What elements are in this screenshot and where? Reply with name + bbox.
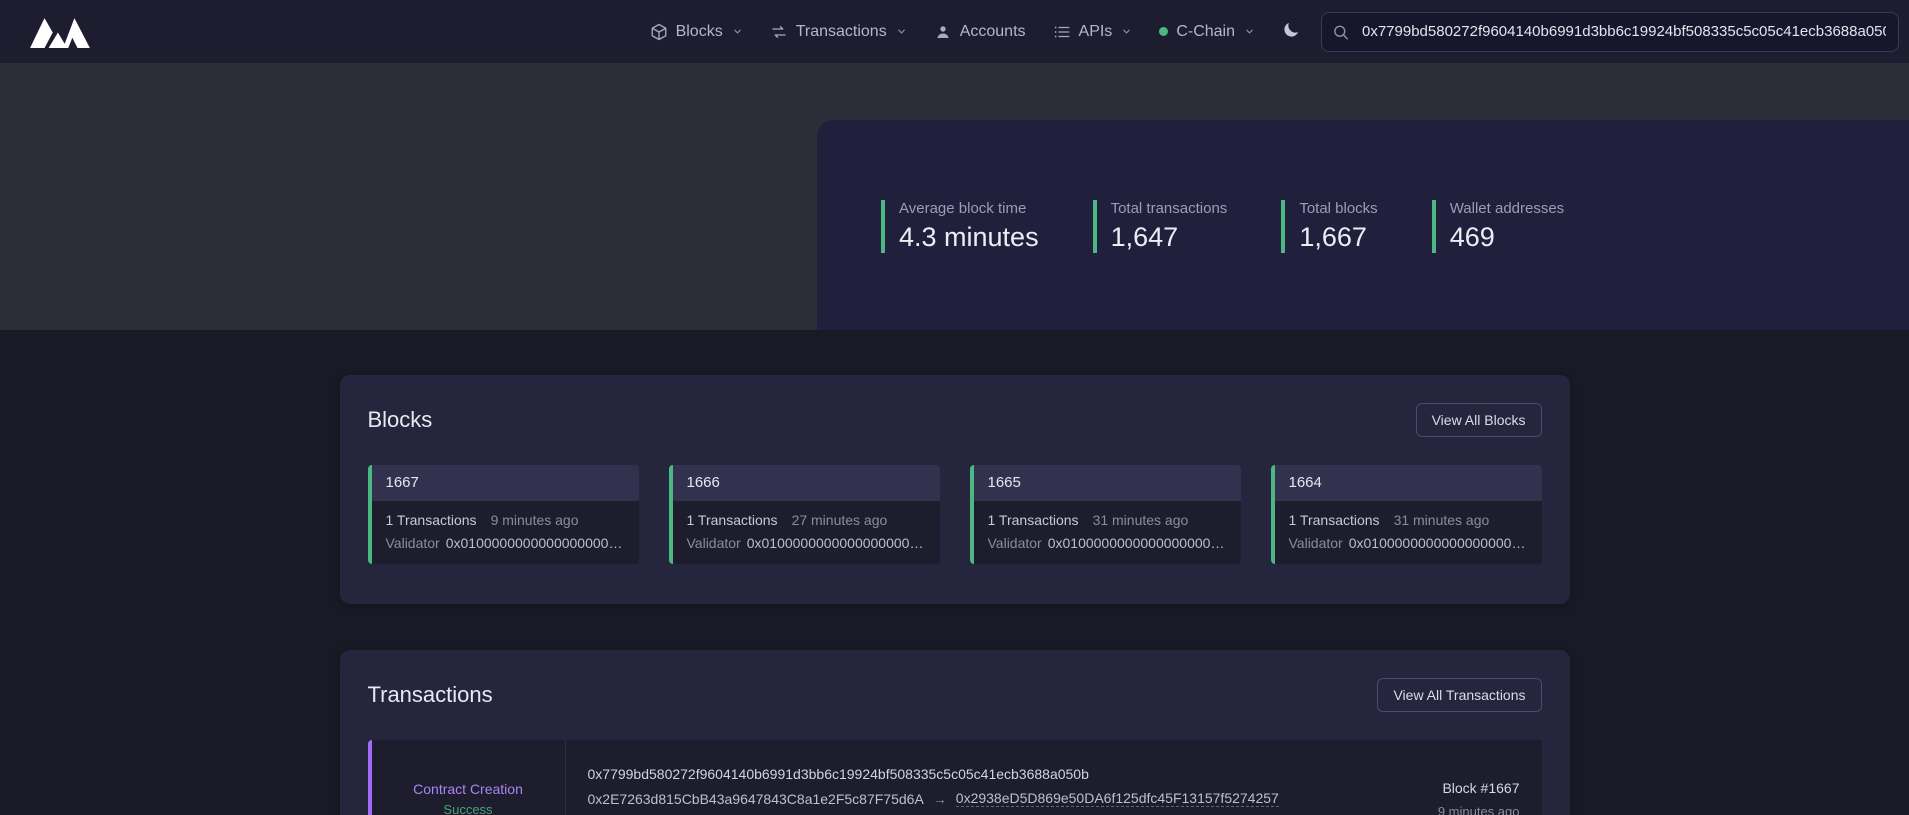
theme-toggle-button[interactable] <box>1281 20 1301 43</box>
transaction-details: 0x7799bd580272f9604140b6991d3bb6c19924bf… <box>566 740 1416 815</box>
stat-value: 469 <box>1450 222 1565 253</box>
stat-total-transactions: Total transactions 1,647 <box>1093 200 1228 253</box>
stat-average-block-time: Average block time 4.3 minutes <box>881 200 1039 253</box>
chevron-down-icon <box>896 26 907 37</box>
block-tile: 1664 1 Transactions 31 minutes ago Valid… <box>1271 465 1542 564</box>
blocks-title: Blocks <box>368 407 433 433</box>
transaction-type: Contract Creation <box>413 781 523 797</box>
block-number-link[interactable]: 1667 <box>386 474 419 491</box>
validator-label: Validator <box>687 535 741 551</box>
block-tile-body: 1 Transactions 31 minutes ago Validator … <box>1275 501 1542 564</box>
avalanche-logo-icon <box>30 15 92 48</box>
validator-address: 0x01000000000000000000000000000000000000… <box>747 535 926 551</box>
stat-total-blocks: Total blocks 1,667 <box>1281 200 1377 253</box>
block-tile-header: 1664 <box>1275 465 1542 501</box>
validator-address: 0x01000000000000000000000000000000000000… <box>1048 535 1227 551</box>
stat-value: 1,667 <box>1299 222 1377 253</box>
list-icon <box>1053 23 1071 41</box>
nav-item-accounts[interactable]: Accounts <box>934 23 1026 41</box>
chevron-down-icon <box>1121 26 1132 37</box>
stat-label: Total transactions <box>1111 200 1228 217</box>
transactions-title: Transactions <box>368 682 493 708</box>
main-menu: Blocks Transactions Accounts <box>650 23 1255 41</box>
nav-item-label: Accounts <box>960 23 1026 41</box>
search-icon <box>1332 23 1349 40</box>
person-icon <box>934 23 952 41</box>
nav-item-label: C-Chain <box>1176 23 1235 41</box>
main-content: Blocks View All Blocks 1667 1 Transactio… <box>340 330 1570 815</box>
navbar: Blocks Transactions Accounts <box>0 0 1909 63</box>
block-tiles: 1667 1 Transactions 9 minutes ago Valida… <box>368 465 1542 564</box>
avalanche-logo[interactable] <box>30 15 92 48</box>
validator-label: Validator <box>386 535 440 551</box>
swap-arrows-icon <box>770 23 788 41</box>
network-status-dot <box>1159 27 1168 36</box>
block-tile-header: 1667 <box>372 465 639 501</box>
nav-item-label: Transactions <box>796 23 887 41</box>
transaction-age: 9 minutes ago <box>1438 804 1520 815</box>
transactions-card-header: Transactions View All Transactions <box>368 678 1542 712</box>
block-tx-count: 1 Transactions <box>988 512 1079 528</box>
validator-label: Validator <box>988 535 1042 551</box>
validator-label: Validator <box>1289 535 1343 551</box>
nav-item-blocks[interactable]: Blocks <box>650 23 743 41</box>
from-address[interactable]: 0x2E7263d815CbB43a9647843C8a1e2F5c87F75d… <box>588 791 924 807</box>
transaction-type-box: Contract Creation Success <box>372 740 566 815</box>
nav-item-label: Blocks <box>676 23 723 41</box>
validator-address: 0x01000000000000000000000000000000000000… <box>1349 535 1528 551</box>
block-tx-count: 1 Transactions <box>687 512 778 528</box>
stat-wallet-addresses: Wallet addresses 469 <box>1432 200 1565 253</box>
blocks-card-header: Blocks View All Blocks <box>368 403 1542 437</box>
transaction-meta: Block #1667 9 minutes ago <box>1416 740 1542 815</box>
nav-item-label: APIs <box>1079 23 1113 41</box>
block-age: 31 minutes ago <box>1093 512 1189 528</box>
block-tile: 1667 1 Transactions 9 minutes ago Valida… <box>368 465 639 564</box>
blockchain-explorer-app: Blocks Transactions Accounts <box>0 0 1909 815</box>
chevron-down-icon <box>1244 26 1255 37</box>
stats-panel: Average block time 4.3 minutes Total tra… <box>817 120 1909 330</box>
nav-item-apis[interactable]: APIs <box>1053 23 1133 41</box>
transaction-row: Contract Creation Success 0x7799bd580272… <box>368 740 1542 815</box>
stat-value: 1,647 <box>1111 222 1228 253</box>
blocks-card: Blocks View All Blocks 1667 1 Transactio… <box>340 375 1570 604</box>
to-address-link[interactable]: 0x2938eD5D869e50DA6f125dfc45F13157f52742… <box>956 790 1279 807</box>
block-tile-header: 1666 <box>673 465 940 501</box>
block-number-link[interactable]: 1666 <box>687 474 720 491</box>
stats-row: Average block time 4.3 minutes Total tra… <box>817 120 1909 253</box>
transaction-status-badge: Success <box>443 802 492 815</box>
hero-section: Average block time 4.3 minutes Total tra… <box>0 63 1909 330</box>
search-box <box>1321 12 1899 52</box>
block-age: 31 minutes ago <box>1394 512 1490 528</box>
nav-item-transactions[interactable]: Transactions <box>770 23 907 41</box>
block-tx-count: 1 Transactions <box>386 512 477 528</box>
arrow-right-icon: → <box>933 791 947 807</box>
block-tile-body: 1 Transactions 31 minutes ago Validator … <box>974 501 1241 564</box>
view-all-transactions-button[interactable]: View All Transactions <box>1377 678 1541 712</box>
block-tile-header: 1665 <box>974 465 1241 501</box>
block-tx-count: 1 Transactions <box>1289 512 1380 528</box>
block-age: 27 minutes ago <box>792 512 888 528</box>
block-number-link[interactable]: 1664 <box>1289 474 1322 491</box>
block-number-link[interactable]: 1665 <box>988 474 1021 491</box>
stat-value: 4.3 minutes <box>899 222 1039 253</box>
cube-icon <box>650 23 668 41</box>
chevron-down-icon <box>732 26 743 37</box>
transactions-card: Transactions View All Transactions Contr… <box>340 650 1570 815</box>
transaction-hash-link[interactable]: 0x7799bd580272f9604140b6991d3bb6c19924bf… <box>588 766 1089 782</box>
view-all-blocks-button[interactable]: View All Blocks <box>1416 403 1542 437</box>
transaction-addresses: 0x2E7263d815CbB43a9647843C8a1e2F5c87F75d… <box>588 790 1394 807</box>
block-age: 9 minutes ago <box>491 512 579 528</box>
stat-label: Average block time <box>899 200 1039 217</box>
block-tile: 1665 1 Transactions 31 minutes ago Valid… <box>970 465 1241 564</box>
stat-label: Wallet addresses <box>1450 200 1565 217</box>
moon-icon <box>1281 20 1301 43</box>
transaction-block-link[interactable]: Block #1667 <box>1442 780 1519 796</box>
block-tile-body: 1 Transactions 9 minutes ago Validator 0… <box>372 501 639 564</box>
search-input[interactable] <box>1321 12 1899 52</box>
stat-label: Total blocks <box>1299 200 1377 217</box>
block-tile-body: 1 Transactions 27 minutes ago Validator … <box>673 501 940 564</box>
nav-item-chain-selector[interactable]: C-Chain <box>1159 23 1255 41</box>
validator-address: 0x01000000000000000000000000000000000000… <box>446 535 625 551</box>
block-tile: 1666 1 Transactions 27 minutes ago Valid… <box>669 465 940 564</box>
